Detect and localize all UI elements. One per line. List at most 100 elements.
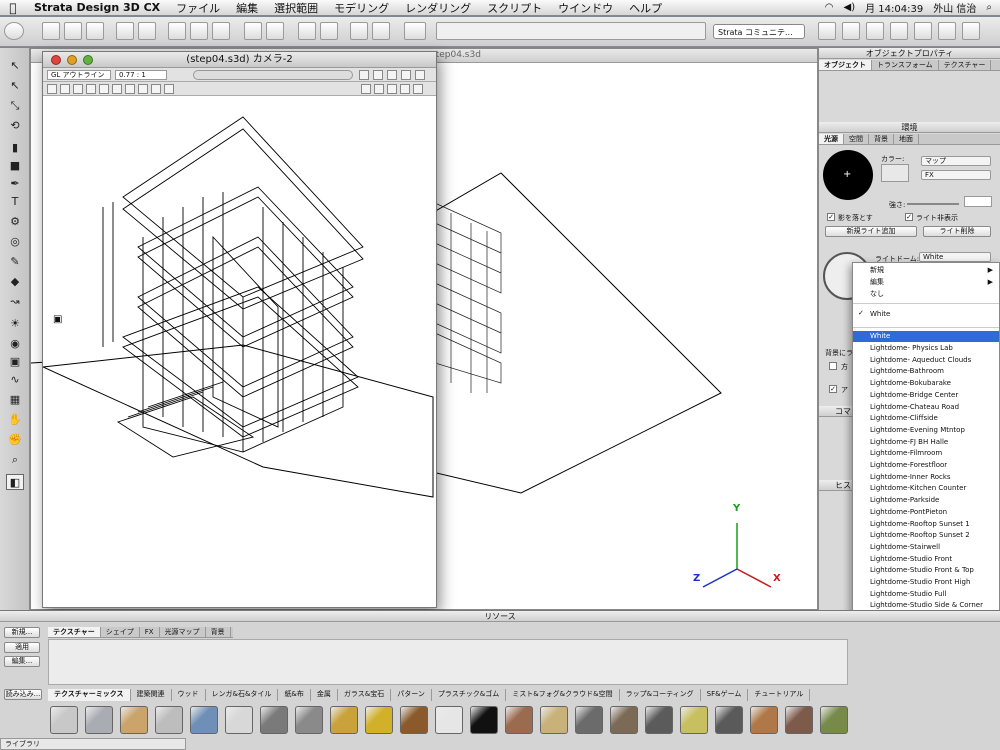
menu-modeling[interactable]: モデリング xyxy=(326,0,397,16)
texture-swatch[interactable] xyxy=(50,706,78,734)
render-tool-icon[interactable]: ◧ xyxy=(6,474,24,490)
lightdome-item[interactable]: Lightdome-Rooftop Sunset 2 xyxy=(853,530,999,541)
tab-object[interactable]: オブジェクト xyxy=(819,60,872,70)
category-tab[interactable]: プラスチック&ゴム xyxy=(432,689,507,701)
hide-light-checkbox[interactable]: ✓ xyxy=(905,213,913,221)
user-name[interactable]: 外山 信治 xyxy=(933,0,976,15)
paint-tool-icon[interactable]: ✎ xyxy=(6,254,24,270)
tab-background[interactable]: 背景 xyxy=(869,134,894,144)
lightdome-item[interactable]: Lightdome-Studio Front & Top xyxy=(853,565,999,576)
menu-help[interactable]: ヘルプ xyxy=(621,0,670,16)
category-tab[interactable]: レンガ&石&タイル xyxy=(206,689,279,701)
tab-ground[interactable]: 地面 xyxy=(894,134,919,144)
texture-swatch[interactable] xyxy=(120,706,148,734)
move-tool-icon[interactable]: ↖ xyxy=(6,78,24,94)
nav-icon-4[interactable] xyxy=(86,84,96,94)
nav-icon-5[interactable] xyxy=(99,84,109,94)
dropdown-item-checked[interactable]: White xyxy=(853,309,999,320)
intensity-field[interactable] xyxy=(964,196,992,207)
nav-icon-2[interactable] xyxy=(60,84,70,94)
lightdome-item[interactable]: Lightdome-Bathroom xyxy=(853,366,999,377)
texture-swatch[interactable] xyxy=(680,706,708,734)
texture-swatch[interactable] xyxy=(575,706,603,734)
texture-swatch[interactable] xyxy=(785,706,813,734)
category-tab[interactable]: ウッド xyxy=(172,689,206,701)
resource-new-button[interactable]: 新規... xyxy=(4,627,40,638)
menu-rendering[interactable]: レンダリング xyxy=(397,0,479,16)
category-tab[interactable]: パターン xyxy=(391,689,432,701)
photoshop-export-icon[interactable] xyxy=(138,22,156,40)
view-icon-3[interactable] xyxy=(387,84,397,94)
light-tool-icon[interactable]: ☀ xyxy=(6,316,24,332)
texture-swatch[interactable] xyxy=(505,706,533,734)
view-icon-2[interactable] xyxy=(374,84,384,94)
toolbar-btn-c[interactable] xyxy=(866,22,884,40)
new-doc-icon[interactable] xyxy=(42,22,60,40)
category-tab[interactable]: SF&ゲーム xyxy=(701,689,749,701)
resource-edit-button[interactable]: 編集... xyxy=(4,656,40,667)
lightdome-item[interactable]: Lightdome-Inner Rocks xyxy=(853,472,999,483)
zoom-tool-icon[interactable]: ⌕ xyxy=(6,452,24,468)
texture-swatch[interactable] xyxy=(225,706,253,734)
bulb-tool-icon[interactable]: ◉ xyxy=(6,336,24,352)
dropdown-item-edit[interactable]: 編集 xyxy=(853,277,999,288)
paste-icon[interactable] xyxy=(212,22,230,40)
toolbar-btn-a[interactable] xyxy=(818,22,836,40)
group-icon[interactable] xyxy=(320,22,338,40)
toolbar-btn-g[interactable] xyxy=(962,22,980,40)
lightdome-item[interactable]: Lightdome-Parkside xyxy=(853,495,999,506)
category-tab[interactable]: テクスチャーミックス xyxy=(48,689,131,701)
resize-tool-icon[interactable]: ⤡ xyxy=(6,98,24,114)
view-icon-1[interactable] xyxy=(361,84,371,94)
photoshop-icon[interactable] xyxy=(116,22,134,40)
lightdome-item[interactable]: Lightdome-Filmroom xyxy=(853,448,999,459)
tab-light[interactable]: 光源 xyxy=(819,134,844,144)
texture-swatch[interactable] xyxy=(295,706,323,734)
lightdome-item[interactable]: Lightdome-Forestfloor xyxy=(853,460,999,471)
map-select[interactable]: マップ xyxy=(921,156,991,166)
tab-texture[interactable]: テクスチャー xyxy=(939,60,992,70)
texture-swatch[interactable] xyxy=(330,706,358,734)
toolbar-btn-d[interactable] xyxy=(890,22,908,40)
camera-tool-icon[interactable]: ▣ xyxy=(6,354,24,370)
menu-window[interactable]: ウインドウ xyxy=(550,0,621,16)
path-tool-icon[interactable]: ↝ xyxy=(6,294,24,310)
resource-list[interactable] xyxy=(48,639,848,685)
lightdome-item[interactable]: Lightdome-Bridge Center xyxy=(853,390,999,401)
texture-swatch[interactable] xyxy=(645,706,673,734)
tab-transform[interactable]: トランスフォーム xyxy=(872,60,939,70)
hand-tool-icon[interactable]: ✋ xyxy=(6,412,24,428)
redo-icon[interactable] xyxy=(266,22,284,40)
nav-icon-10[interactable] xyxy=(164,84,174,94)
menu-script[interactable]: スクリプト xyxy=(479,0,550,16)
lathe-tool-icon[interactable]: ⚙ xyxy=(6,214,24,230)
lightdome-item[interactable]: Lightdome- Aqueduct Clouds xyxy=(853,355,999,366)
lightdome-item[interactable]: Lightdome-PontPieton xyxy=(853,507,999,518)
animation-checkbox[interactable]: ✓ xyxy=(829,385,837,393)
library-select[interactable]: ライブラリ xyxy=(0,738,186,750)
lightdome-item[interactable]: Lightdome-Cliffside xyxy=(853,413,999,424)
save-icon[interactable] xyxy=(86,22,104,40)
nav-icon-6[interactable] xyxy=(112,84,122,94)
grid-tool-icon[interactable]: ▦ xyxy=(6,392,24,408)
view-icon-4[interactable] xyxy=(400,84,410,94)
toolbar-field[interactable] xyxy=(436,22,706,40)
toolbar-btn-b[interactable] xyxy=(842,22,860,40)
zoom-field[interactable]: 0.77 : 1 xyxy=(115,70,167,80)
nav-icon-8[interactable] xyxy=(138,84,148,94)
clock[interactable]: 月 14:04:39 xyxy=(865,0,923,15)
pen-tool-icon[interactable]: ✒ xyxy=(6,176,24,192)
toolbar-btn-f[interactable] xyxy=(938,22,956,40)
texture-swatch[interactable] xyxy=(435,706,463,734)
grid-view-icon[interactable] xyxy=(373,70,383,80)
texture-swatch[interactable] xyxy=(540,706,568,734)
volume-icon[interactable]: ◀) xyxy=(844,2,856,13)
zoom-slider[interactable] xyxy=(193,70,353,80)
resource-apply-button[interactable]: 適用 xyxy=(4,642,40,653)
apple-menu-icon[interactable]:  xyxy=(0,1,26,15)
light-view-icon[interactable] xyxy=(401,70,411,80)
tab-res-bg[interactable]: 背景 xyxy=(206,627,231,637)
uv-icon[interactable] xyxy=(404,22,426,40)
text-tool-icon[interactable]: T xyxy=(6,194,24,210)
cylinder-tool-icon[interactable]: ▮ xyxy=(6,140,24,156)
